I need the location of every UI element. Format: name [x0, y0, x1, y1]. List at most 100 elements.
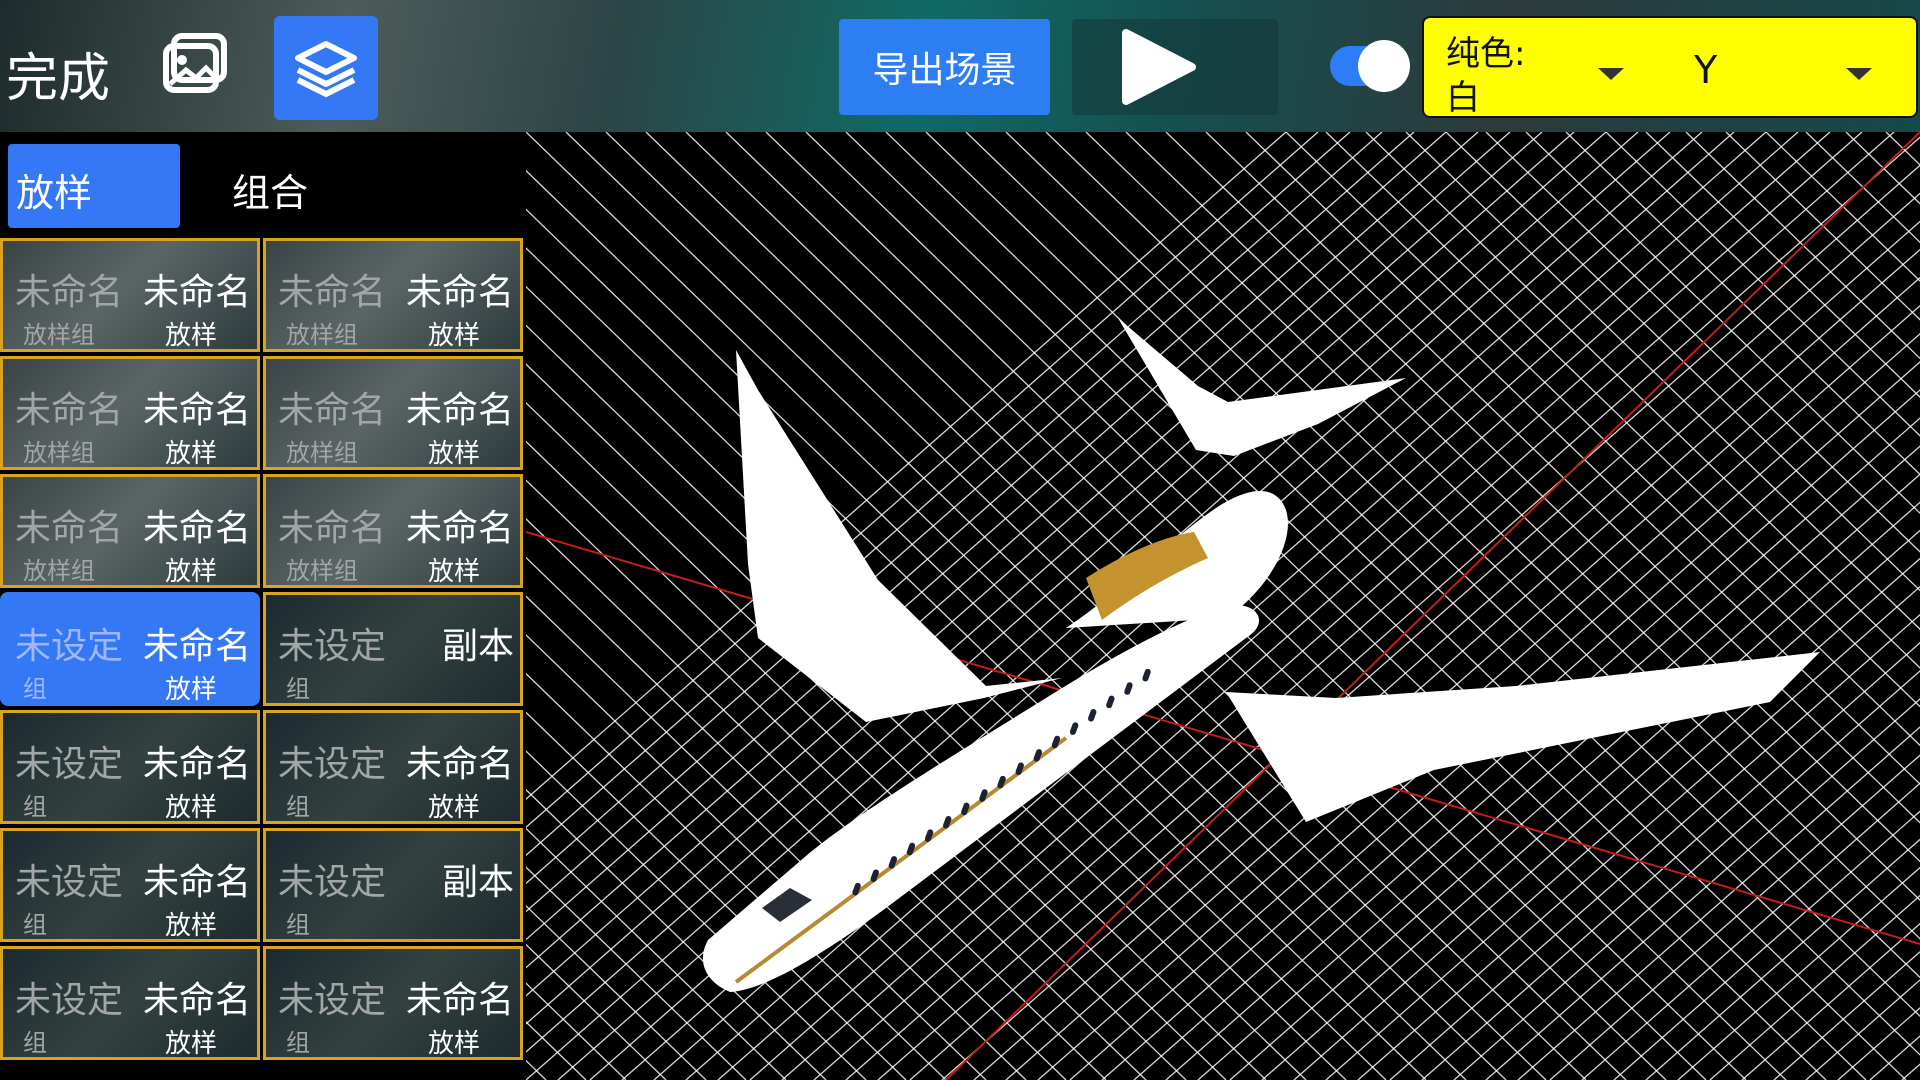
grid-line [526, 132, 1607, 1080]
cell-item-name: 未命名 [405, 980, 514, 1021]
image-gallery-icon[interactable] [160, 28, 232, 100]
cell-group-name: 未设定 [278, 980, 387, 1021]
cell-group-type: 组 [286, 1029, 310, 1057]
grid-line [1741, 922, 1920, 1080]
cell-group-type: 组 [286, 911, 310, 939]
grid-line [1125, 132, 1920, 901]
cell-item-type: 放样 [428, 439, 481, 469]
grid-line [925, 132, 1907, 1080]
grid-line [749, 132, 1831, 1080]
cell-item-name: 未命名 [142, 744, 251, 785]
left-wing [736, 350, 1062, 722]
cell-item-type: 放样 [165, 439, 218, 469]
grid-line [1405, 132, 1920, 631]
cell-item-name: 未命名 [142, 390, 251, 431]
cell-group-name: 未设定 [278, 626, 387, 667]
object-cell[interactable]: 未设定组 未命名放样 [0, 828, 260, 942]
object-cell[interactable]: 未命名 放样组 未命名 放样 [0, 356, 260, 470]
cell-group-name: 未命名 [278, 390, 387, 431]
object-cell[interactable]: 未设定组 副本 [263, 828, 523, 942]
cell-item-name: 未命名 [405, 272, 514, 313]
layers-icon [295, 41, 357, 97]
fill-mode-panel: 纯色: 白 Y [1422, 16, 1918, 118]
cell-group-type: 放样组 [23, 321, 95, 349]
grid-line [1805, 132, 1920, 244]
grid-line [1845, 132, 1920, 205]
cell-group-type: 组 [23, 1029, 47, 1057]
cell-item-type: 放样 [428, 793, 481, 823]
done-button[interactable]: 完成 [6, 36, 110, 111]
grid-line [526, 132, 1447, 941]
object-cell[interactable]: 未设定组 未命名 放样 [0, 592, 260, 706]
3d-viewport[interactable] [526, 132, 1920, 1080]
cell-group-name: 未设定 [278, 744, 387, 785]
object-list-panel: 放样 组合 未命名 放样组 未命名 放样 未命名 放样组 未命名 放样 未命名 放样组 未命名 放样未… [0, 132, 526, 1080]
cell-group-type: 组 [23, 911, 47, 939]
play-button[interactable] [1072, 19, 1278, 115]
object-cell[interactable]: 未设定组 副本 [263, 592, 523, 706]
cell-group-name: 未设定 [15, 626, 124, 667]
object-cell[interactable]: 未设定组 未命名放样 [263, 946, 523, 1060]
fill-dropdown-arrow-icon[interactable] [1596, 64, 1626, 84]
grid-line [526, 943, 667, 1080]
tail-fin [1118, 318, 1406, 456]
grid-line [1453, 670, 1920, 1080]
airplane-model[interactable] [702, 318, 1820, 992]
grid-line [1285, 132, 1920, 747]
cell-group-type: 放样组 [286, 557, 358, 585]
cell-group-name: 未设定 [15, 744, 124, 785]
toggle-knob [1358, 40, 1410, 92]
grid-line [526, 169, 1467, 1080]
grid-line [526, 1021, 587, 1080]
cell-item-name: 副本 [441, 626, 514, 667]
axis-select-value[interactable]: Y [1694, 48, 1717, 92]
cell-item-name: 未命名 [142, 626, 251, 667]
grid-line [781, 132, 1863, 1080]
grid-line [1445, 132, 1920, 592]
tab-fangyang[interactable]: 放样 [8, 144, 180, 228]
cell-group-name: 未命名 [278, 508, 387, 549]
cell-group-type: 放样组 [23, 557, 95, 585]
grid-line [1805, 979, 1920, 1080]
object-cell[interactable]: 未命名 放样组 未命名 放样 [0, 474, 260, 588]
cell-item-type: 放样 [165, 321, 218, 351]
fill-mode-value[interactable]: 白 [1446, 70, 1480, 119]
object-cell[interactable]: 未设定组 未命名 放样 [263, 710, 523, 824]
cell-item-type: 放样 [165, 793, 218, 823]
cell-item-name: 未命名 [142, 862, 251, 903]
object-cell[interactable]: 未命名 放样组 未命名 放样 [0, 238, 260, 352]
cell-item-name: 未命名 [405, 390, 514, 431]
object-cell[interactable]: 未设定组 未命名 放样 [0, 946, 260, 1060]
cell-item-name: 未命名 [405, 744, 514, 785]
right-wing [1226, 652, 1820, 822]
cell-item-type: 放样 [165, 911, 218, 941]
cell-group-type: 放样组 [286, 321, 358, 349]
tab-zuhe[interactable]: 组合 [232, 162, 308, 217]
object-cell[interactable]: 未命名放样组 未命名放样 [263, 356, 523, 470]
grid-line [909, 192, 1920, 1080]
cell-group-type: 放样组 [286, 439, 358, 467]
cell-item-type: 放样 [165, 675, 218, 705]
object-cell[interactable]: 未命名 放样组 未命名 放样 [263, 474, 523, 588]
grid-line [1549, 754, 1920, 1080]
cell-item-name: 副本 [441, 862, 514, 903]
cell-group-name: 未命名 [15, 272, 124, 313]
grid-line [526, 132, 1383, 885]
layers-button[interactable] [274, 16, 378, 120]
viewport-canvas[interactable] [526, 132, 1920, 1080]
cell-item-type: 放样 [428, 557, 481, 587]
cell-group-name: 未设定 [15, 862, 124, 903]
grid-line [1725, 132, 1920, 321]
toggle-switch[interactable] [1330, 40, 1410, 92]
object-cell[interactable]: 未命名 放样组 未命名 放样 [263, 238, 523, 352]
axis-dropdown-arrow-icon[interactable] [1844, 64, 1874, 84]
cell-group-type: 组 [286, 675, 310, 703]
grid-line [885, 132, 1867, 1080]
cell-item-type: 放样 [428, 1029, 481, 1059]
cell-group-type: 放样组 [23, 439, 95, 467]
cell-item-type: 放样 [165, 1029, 218, 1059]
object-cell[interactable]: 未设定组 未命名放样 [0, 710, 260, 824]
fill-mode-label: 纯色: [1446, 34, 1526, 74]
cell-group-type: 组 [23, 793, 47, 821]
export-scene-button[interactable]: 导出场景 [839, 19, 1050, 115]
